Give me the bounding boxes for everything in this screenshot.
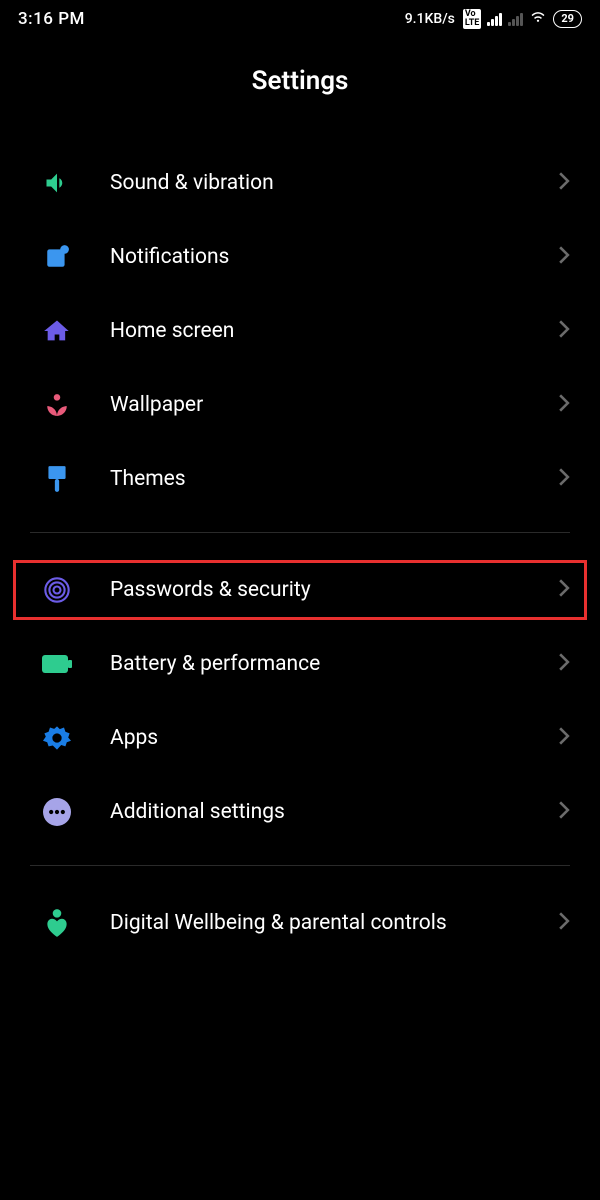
setting-label: Home screen [110,318,558,344]
signal-icon-2 [508,12,523,26]
setting-row-home[interactable]: Home screen [0,294,600,368]
setting-row-sound[interactable]: Sound & vibration [0,146,600,220]
setting-label: Apps [110,725,558,751]
home-icon [42,316,72,346]
chevron-right-icon [558,653,570,675]
wifi-icon [529,8,547,30]
chevron-right-icon [558,246,570,268]
chevron-right-icon [558,394,570,416]
notification-icon [42,242,72,272]
chevron-right-icon [558,579,570,601]
setting-label: Themes [110,466,558,492]
setting-row-passwords[interactable]: Passwords & security [6,553,594,627]
setting-label: Additional settings [110,799,558,825]
divider [30,865,570,866]
setting-row-wallpaper[interactable]: Wallpaper [0,368,600,442]
setting-row-additional[interactable]: Additional settings [0,775,600,849]
page-title: Settings [0,34,600,146]
status-time: 3:16 PM [18,9,85,29]
status-indicators: 9.1KB/s VoLTE 29 [405,8,582,30]
setting-row-apps[interactable]: Apps [0,701,600,775]
status-bar: 3:16 PM 9.1KB/s VoLTE 29 [0,0,600,34]
heart-person-icon [42,908,72,938]
setting-row-themes[interactable]: Themes [0,442,600,516]
dots-icon [42,797,72,827]
setting-label: Notifications [110,244,558,270]
battery-icon: 29 [553,10,582,27]
network-speed: 9.1KB/s [405,11,455,27]
battery-icon [42,649,72,679]
signal-icon-1 [487,12,502,26]
fingerprint-icon [42,575,72,605]
flower-icon [42,390,72,420]
volte-icon: VoLTE [463,9,482,29]
gear-icon [42,723,72,753]
chevron-right-icon [558,172,570,194]
setting-label: Passwords & security [110,577,558,603]
setting-label: Battery & performance [110,651,558,677]
setting-label: Wallpaper [110,392,558,418]
setting-row-wellbeing[interactable]: Digital Wellbeing & parental controls [0,886,600,960]
speaker-icon [42,168,72,198]
setting-label: Digital Wellbeing & parental controls [110,910,558,936]
chevron-right-icon [558,468,570,490]
divider [30,532,570,533]
setting-row-battery[interactable]: Battery & performance [0,627,600,701]
setting-row-notifications[interactable]: Notifications [0,220,600,294]
chevron-right-icon [558,912,570,934]
chevron-right-icon [558,801,570,823]
chevron-right-icon [558,727,570,749]
chevron-right-icon [558,320,570,342]
setting-label: Sound & vibration [110,170,558,196]
brush-icon [42,464,72,494]
